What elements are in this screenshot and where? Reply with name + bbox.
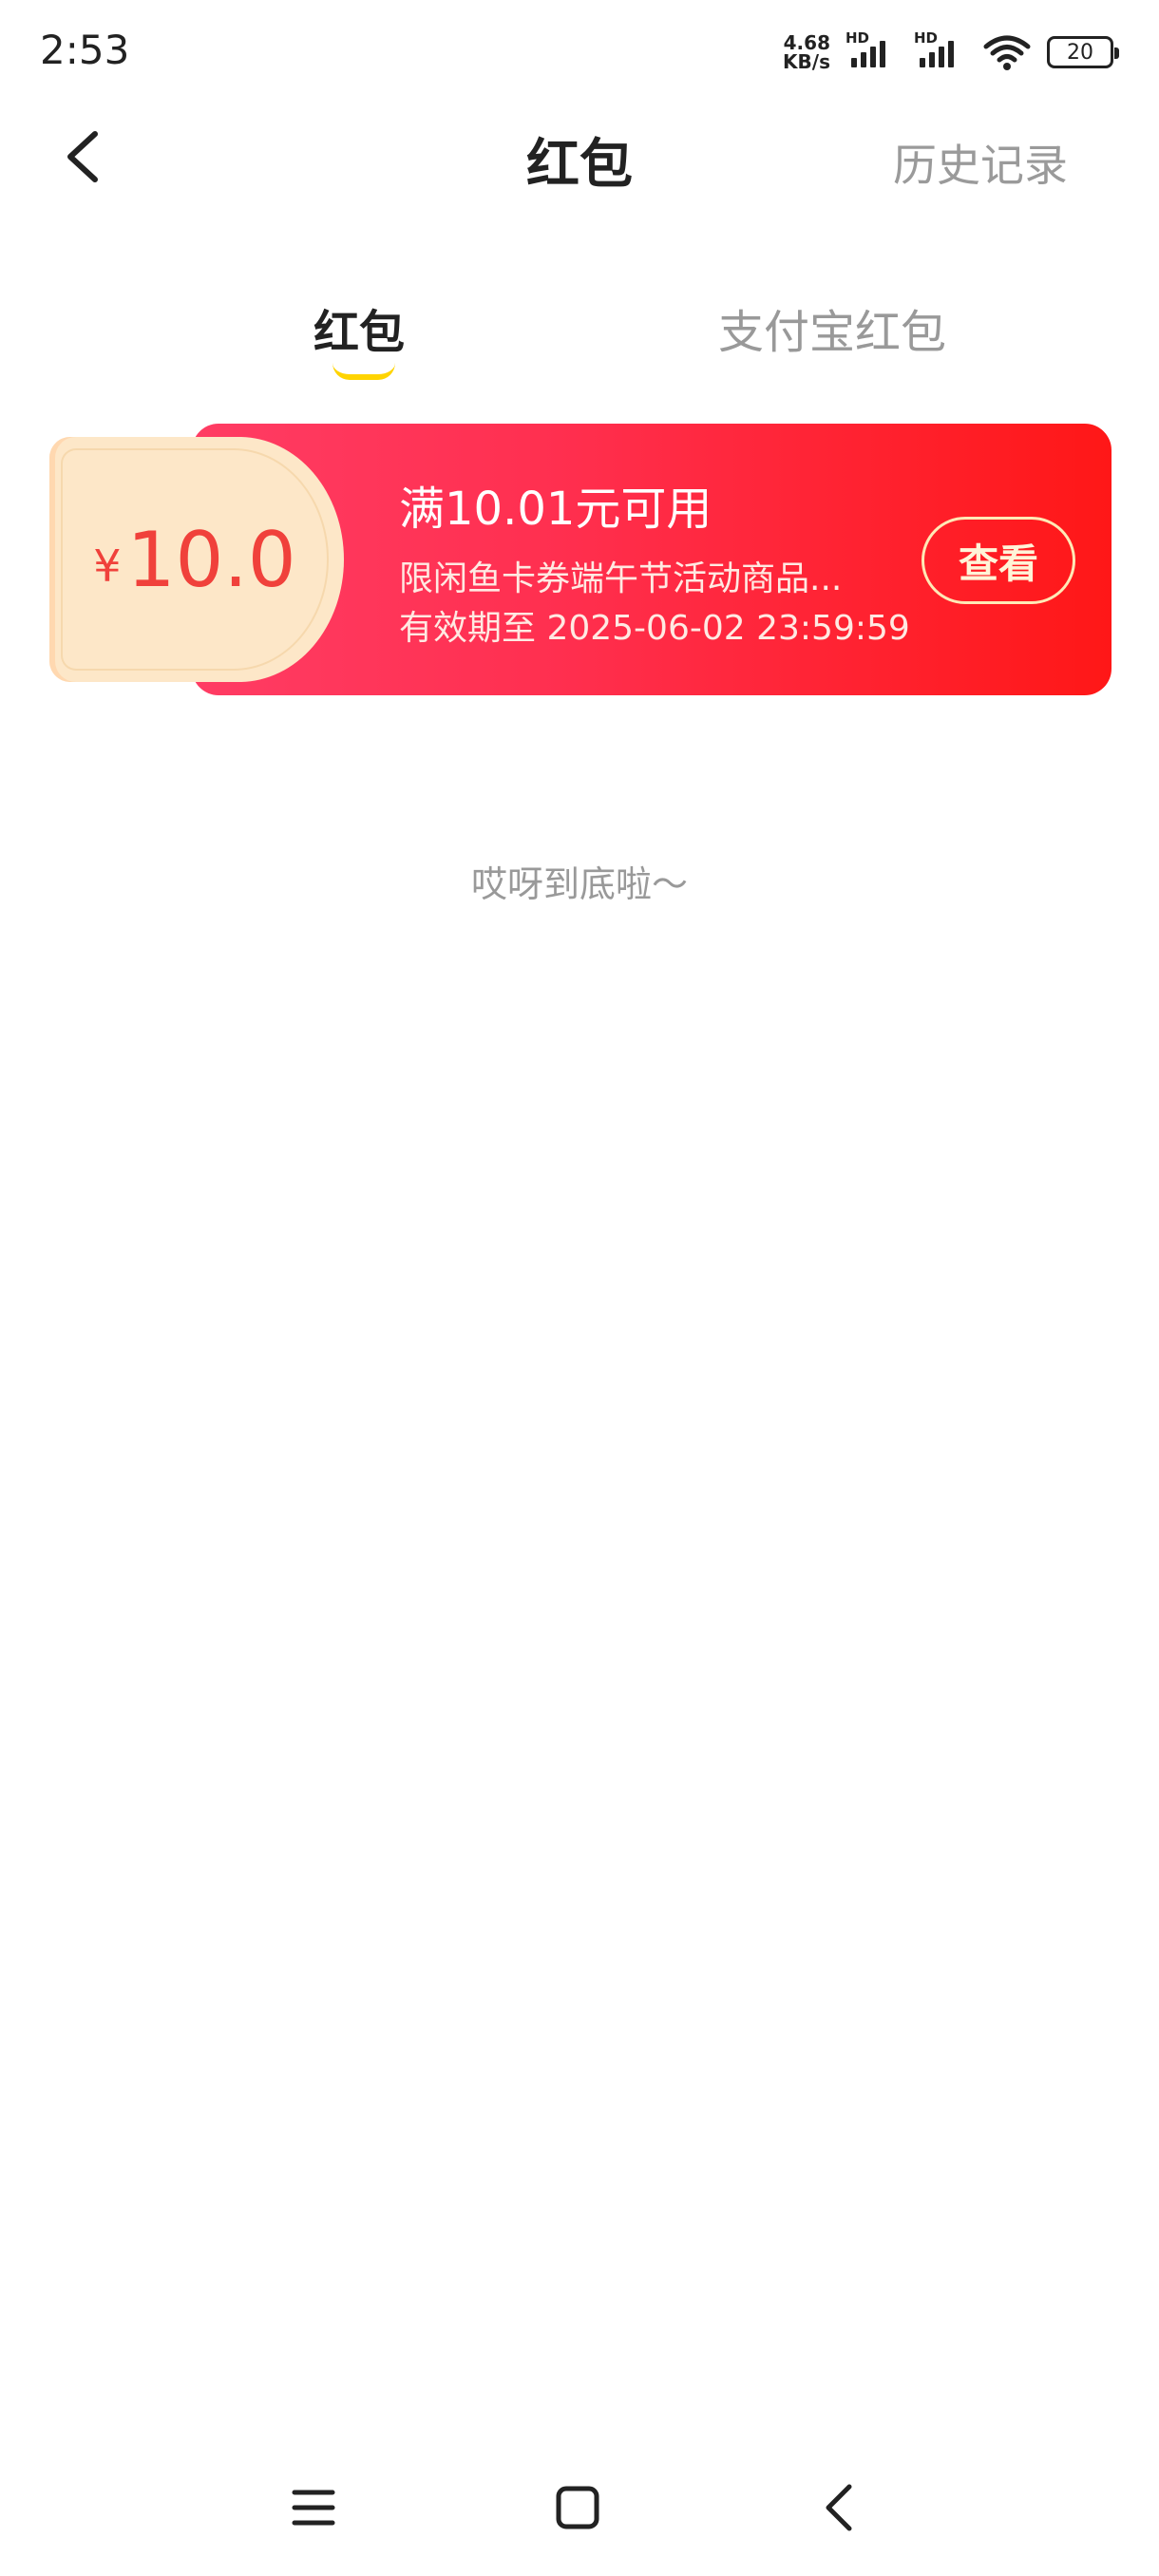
coupon-description: 限闲鱼卡券端午节活动商品... xyxy=(399,559,843,598)
coupon-expiry: 有效期至 2025-06-02 23:59:59 xyxy=(399,609,910,648)
coupon-amount-stub: ¥ 10.0 xyxy=(49,437,344,682)
status-bar: 2:53 4.68 KB/s HD HD 20 xyxy=(0,0,1159,104)
wifi-icon xyxy=(983,35,1031,70)
tab-alipay-red-packet[interactable]: 支付宝红包 xyxy=(718,294,946,361)
history-button[interactable]: 历史记录 xyxy=(893,131,1068,194)
network-speed-unit: KB/s xyxy=(783,50,830,73)
back-nav-icon[interactable] xyxy=(813,2479,870,2536)
tab-active-indicator xyxy=(332,363,395,380)
tab-red-packet[interactable]: 红包 xyxy=(314,294,405,361)
network-speed-value: 4.68 xyxy=(783,31,830,54)
coupon-title: 满10.01元可用 xyxy=(399,483,712,536)
status-time: 2:53 xyxy=(40,27,130,73)
home-icon[interactable] xyxy=(549,2479,606,2536)
currency-symbol: ¥ xyxy=(93,540,122,592)
battery-level: 20 xyxy=(1067,40,1093,65)
coupon-card[interactable]: ¥ 10.0 满10.01元可用 限闲鱼卡券端午节活动商品... 有效期至 20… xyxy=(49,424,1112,695)
list-end-text: 哎呀到底啦～ xyxy=(470,863,688,905)
menu-icon[interactable] xyxy=(285,2479,342,2536)
status-icons: 4.68 KB/s HD HD 20 xyxy=(783,28,1119,76)
battery-icon: 20 xyxy=(1047,36,1119,68)
view-button[interactable]: 查看 xyxy=(922,517,1075,604)
coupon-amount: 10.0 xyxy=(126,515,296,604)
signal-icon-2: HD xyxy=(914,29,967,71)
signal-icon: HD xyxy=(846,29,899,71)
network-speed: 4.68 KB/s xyxy=(783,33,830,71)
